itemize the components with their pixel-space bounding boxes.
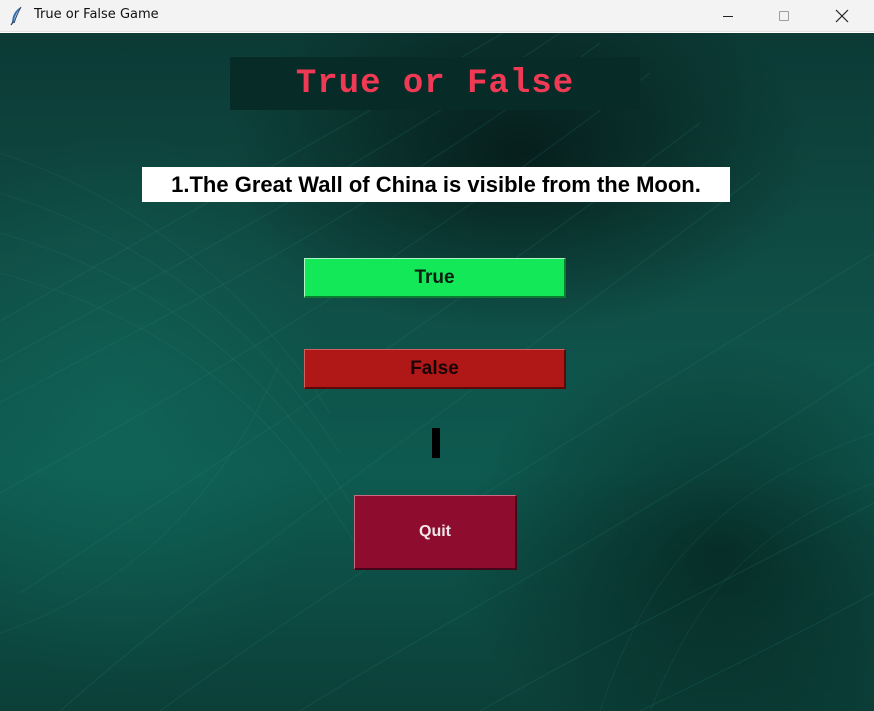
true-button[interactable]: True (304, 258, 566, 298)
game-canvas: True or False 1.The Great Wall of China … (0, 33, 874, 711)
window-titlebar: True or False Game (0, 0, 874, 32)
game-title: True or False (295, 64, 575, 103)
close-icon (835, 9, 849, 23)
feedback-label (432, 428, 440, 458)
maximize-button[interactable] (756, 0, 812, 32)
game-title-banner: True or False (230, 57, 640, 110)
quit-button[interactable]: Quit (354, 495, 517, 570)
maximize-icon (779, 11, 789, 21)
false-button[interactable]: False (304, 349, 566, 389)
question-text: 1.The Great Wall of China is visible fro… (142, 167, 730, 202)
minimize-button[interactable] (700, 0, 756, 32)
minimize-icon (723, 16, 733, 17)
close-button[interactable] (814, 0, 870, 32)
window-title: True or False Game (34, 7, 159, 22)
feather-icon (10, 6, 22, 26)
